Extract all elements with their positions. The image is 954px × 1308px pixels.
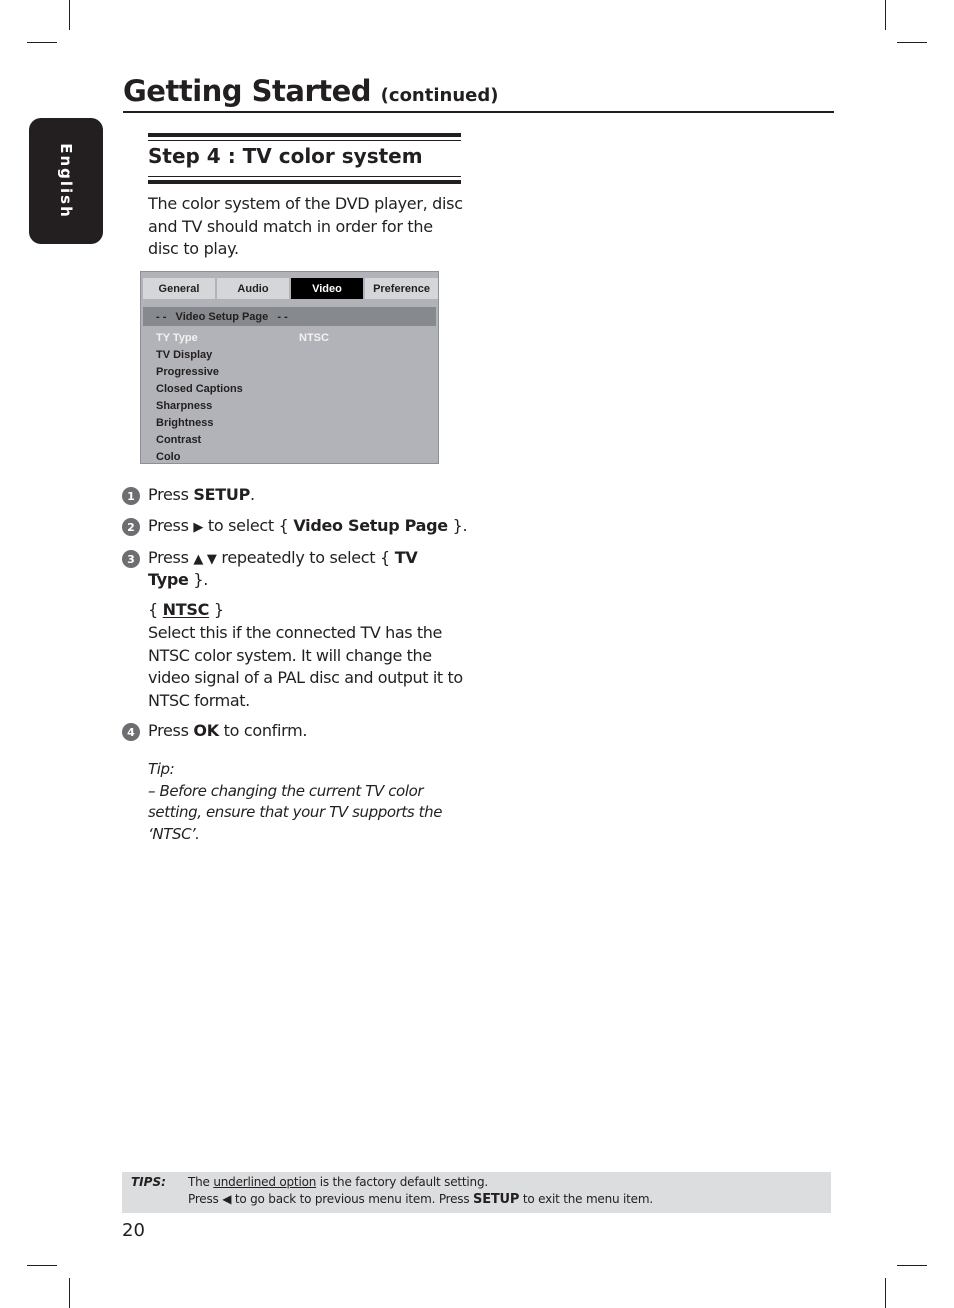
title-rule (123, 111, 834, 113)
tips-key-setup: SETUP (473, 1192, 520, 1207)
step-option-name: Type (148, 570, 189, 589)
page-number: 20 (122, 1220, 145, 1241)
osd-setup-menu: General Audio Video Preference - - Video… (140, 271, 439, 464)
step-number-badge: 1 (122, 487, 140, 505)
footer-tips-box: TIPS: The underlined option is the facto… (122, 1172, 831, 1213)
step-text: Press (148, 548, 194, 567)
osd-tab-bar: General Audio Video Preference (143, 278, 438, 299)
tips-text: to go back to previous menu item. Press (231, 1192, 474, 1206)
up-down-arrow-icon: ▲ ▼ (193, 552, 217, 567)
osd-tab-preference: Preference (365, 278, 438, 299)
step-text: . (250, 485, 255, 504)
language-tab-label: English (57, 143, 75, 219)
footer-tips-line-1: The underlined option is the factory def… (188, 1175, 488, 1189)
tip-label: Tip: (148, 760, 175, 778)
osd-tab-general: General (143, 278, 215, 299)
step-3: Press ▲ ▼ repeatedly to select { TV (148, 547, 418, 572)
tip-text: – Before changing the current TV color s… (148, 781, 443, 843)
page-title-suffix: (continued) (380, 85, 499, 106)
osd-item-contrast: Contrast (156, 434, 202, 446)
section-rule (148, 180, 461, 184)
step-text: Press (148, 516, 194, 535)
crop-mark (897, 1265, 927, 1266)
osd-item-tv-display: TV Display (156, 349, 213, 361)
section-rule (148, 176, 461, 177)
footer-tips-label: TIPS: (131, 1175, 166, 1189)
osd-selected-value: NTSC (299, 332, 329, 344)
step-2: Press ▶ to select { Video Setup Page }. (148, 515, 468, 540)
option-brace: } (209, 600, 224, 619)
section-intro: The color system of the DVD player, disc… (148, 194, 463, 258)
step-1: Press SETUP. (148, 484, 255, 507)
crop-mark (885, 1278, 886, 1308)
section-rule (148, 140, 461, 141)
option-name-default: NTSC (162, 600, 210, 619)
crop-mark (27, 42, 57, 43)
page-title-text: Getting Started (123, 74, 372, 108)
crop-mark (69, 0, 70, 30)
option-description: Select this if the connected TV has the … (148, 623, 463, 710)
step-text: repeatedly to select { (216, 548, 395, 567)
tips-text: Press (188, 1192, 223, 1206)
osd-item-brightness: Brightness (156, 417, 214, 429)
crop-mark (69, 1278, 70, 1308)
option-brace: { (148, 600, 163, 619)
page-title: Getting Started (continued) (123, 74, 498, 108)
step-option-name: TV (394, 548, 418, 567)
crop-mark (897, 42, 927, 43)
tips-underlined-text: underlined option (213, 1175, 317, 1189)
osd-item-color: Colo (156, 451, 181, 463)
osd-tab-video: Video (291, 278, 363, 299)
step-text: Press (148, 721, 194, 740)
step-option-name: Video Setup Page (293, 516, 448, 535)
language-tab: English (29, 118, 103, 244)
step-text: }. (447, 516, 468, 535)
tips-text: The (188, 1175, 214, 1189)
tip-note: Tip: – Before changing the current TV co… (148, 759, 468, 845)
section-rule (148, 133, 461, 137)
tips-text: to exit the menu item. (519, 1192, 653, 1206)
left-arrow-icon: ◀ (222, 1192, 232, 1206)
step-number-badge: 2 (122, 518, 140, 536)
step-number-badge: 3 (122, 550, 140, 568)
step-key-ok: OK (193, 721, 219, 740)
osd-tab-audio: Audio (217, 278, 289, 299)
step-text: }. (188, 570, 209, 589)
footer-tips-line-2: Press ◀ to go back to previous menu item… (188, 1192, 653, 1207)
osd-item-sharpness: Sharpness (156, 400, 213, 412)
section-title: Step 4 : TV color system (148, 144, 423, 168)
tips-text: is the factory default setting. (316, 1175, 488, 1189)
step-number-badge: 4 (122, 723, 140, 741)
osd-item-progressive: Progressive (156, 366, 219, 378)
step-text: Press (148, 485, 194, 504)
osd-item-list: TY Type TV Display Progressive Closed Ca… (156, 330, 243, 466)
osd-page-header: - - Video Setup Page - - (143, 307, 436, 326)
step-text: to confirm. (218, 721, 308, 740)
osd-item-tv-type: TY Type (156, 332, 198, 344)
right-arrow-icon: ▶ (193, 520, 204, 535)
step-text: to select { (203, 516, 294, 535)
osd-item-closed-captions: Closed Captions (156, 383, 243, 395)
crop-mark (27, 1265, 57, 1266)
step-key-setup: SETUP (193, 485, 250, 504)
crop-mark (885, 0, 886, 30)
option-ntsc: { NTSC } (148, 599, 224, 622)
step-3-continued: Type }. (148, 569, 208, 592)
step-4: Press OK to confirm. (148, 720, 308, 743)
